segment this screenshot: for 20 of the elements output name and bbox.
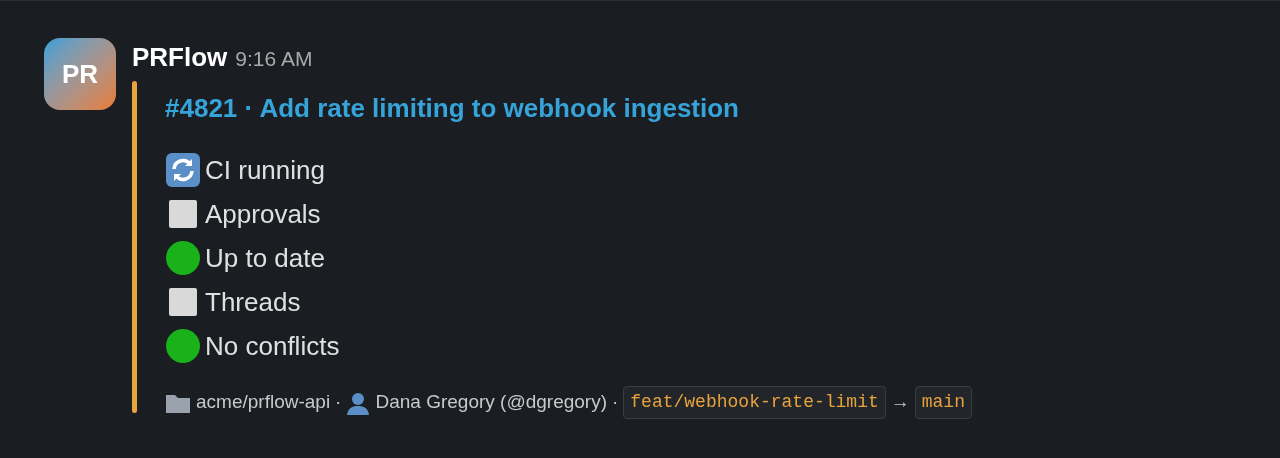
- author-name: PRFlow: [132, 41, 228, 74]
- status-label: Up to date: [205, 241, 325, 275]
- refresh-icon: [165, 152, 201, 188]
- separator: ·: [612, 390, 619, 415]
- separator: ·: [335, 390, 342, 415]
- status-label: Approvals: [205, 197, 321, 231]
- arrow: →: [890, 390, 910, 415]
- circle-icon: [165, 328, 201, 364]
- avatar: PR: [44, 38, 116, 110]
- person-icon: [346, 390, 371, 415]
- pull-request-link[interactable]: #4821 · Add rate limiting to webhook ingestion: [165, 89, 972, 128]
- status-label: CI running: [205, 153, 325, 187]
- timestamp: 9:16 AM: [235, 46, 313, 72]
- circle-icon: [165, 240, 201, 276]
- repo-name: acme/prflow-api: [196, 390, 331, 415]
- branch-name: main: [914, 386, 972, 419]
- branch-name: feat/webhook-rate-limit: [623, 386, 886, 419]
- user-name: Dana Gregory (@dgregory): [375, 390, 607, 415]
- status-label: No conflicts: [205, 329, 340, 363]
- status-label: Threads: [205, 285, 301, 319]
